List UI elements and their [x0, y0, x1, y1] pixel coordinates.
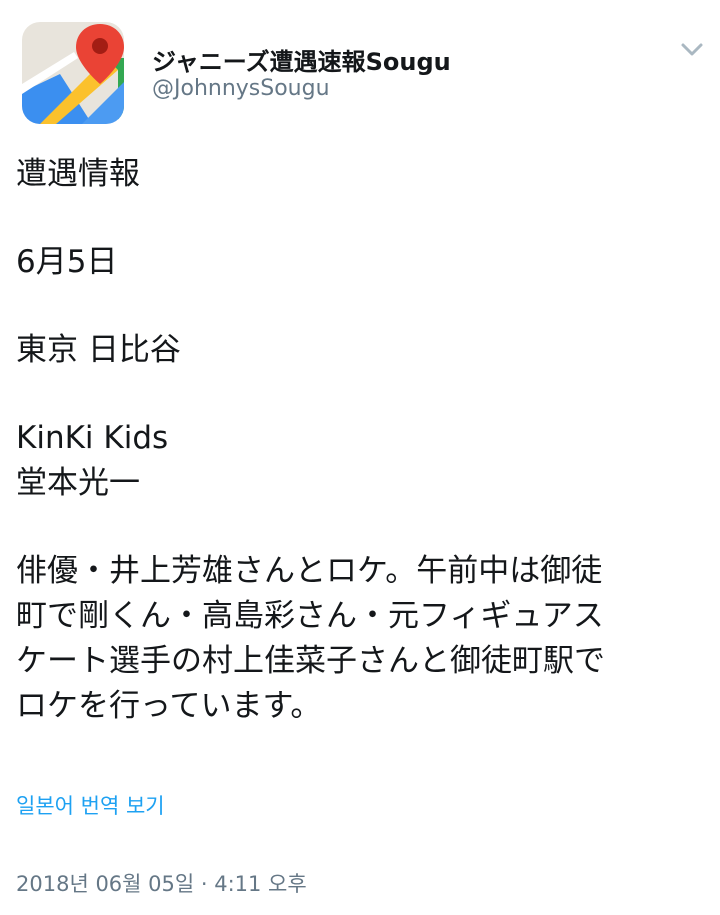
tweet-line: 遭遇情報 [16, 156, 140, 192]
tweet-line: KinKi Kids [16, 420, 169, 456]
tweet-paragraph: 俳優・井上芳雄さんとロケ。午前中は御徒 町で剛くん・高島彩さん・元フィギュアス … [16, 549, 706, 729]
tweet-text: 遭遇情報 6月5日 東京 日比谷 KinKi Kids 堂本光一 俳優・井上芳雄… [16, 152, 706, 729]
tweet-paragraph: KinKi Kids 堂本光一 [16, 416, 706, 506]
tweet-line: 6月5日 [16, 244, 118, 280]
tweet-line: ロケを行っています。 [16, 688, 322, 724]
tweet-line: ケート選手の村上佳菜子さんと御徒町駅で [16, 643, 605, 679]
avatar[interactable] [22, 22, 124, 124]
chevron-down-icon[interactable] [676, 36, 708, 62]
tweet-line: 堂本光一 [16, 465, 140, 501]
tweet-line: 俳優・井上芳雄さんとロケ。午前中は御徒 [16, 553, 603, 589]
maps-pin-icon [22, 22, 124, 124]
user-handle[interactable]: @JohnnysSougu [152, 76, 330, 101]
translate-link[interactable]: 일본어 번역 보기 [16, 790, 165, 820]
tweet-header: ジャニーズ遭遇速報Sougu @JohnnysSougu [0, 0, 720, 140]
tweet-timestamp: 2018년 06월 05일 · 4:11 오후 [16, 872, 307, 896]
tweet-card: ジャニーズ遭遇速報Sougu @JohnnysSougu 遭遇情報 6月5日 東… [0, 0, 720, 915]
tweet-line: 町で剛くん・高島彩さん・元フィギュアス [16, 598, 604, 634]
display-name[interactable]: ジャニーズ遭遇速報Sougu [152, 42, 451, 77]
tweet-line: 東京 日比谷 [16, 332, 181, 368]
